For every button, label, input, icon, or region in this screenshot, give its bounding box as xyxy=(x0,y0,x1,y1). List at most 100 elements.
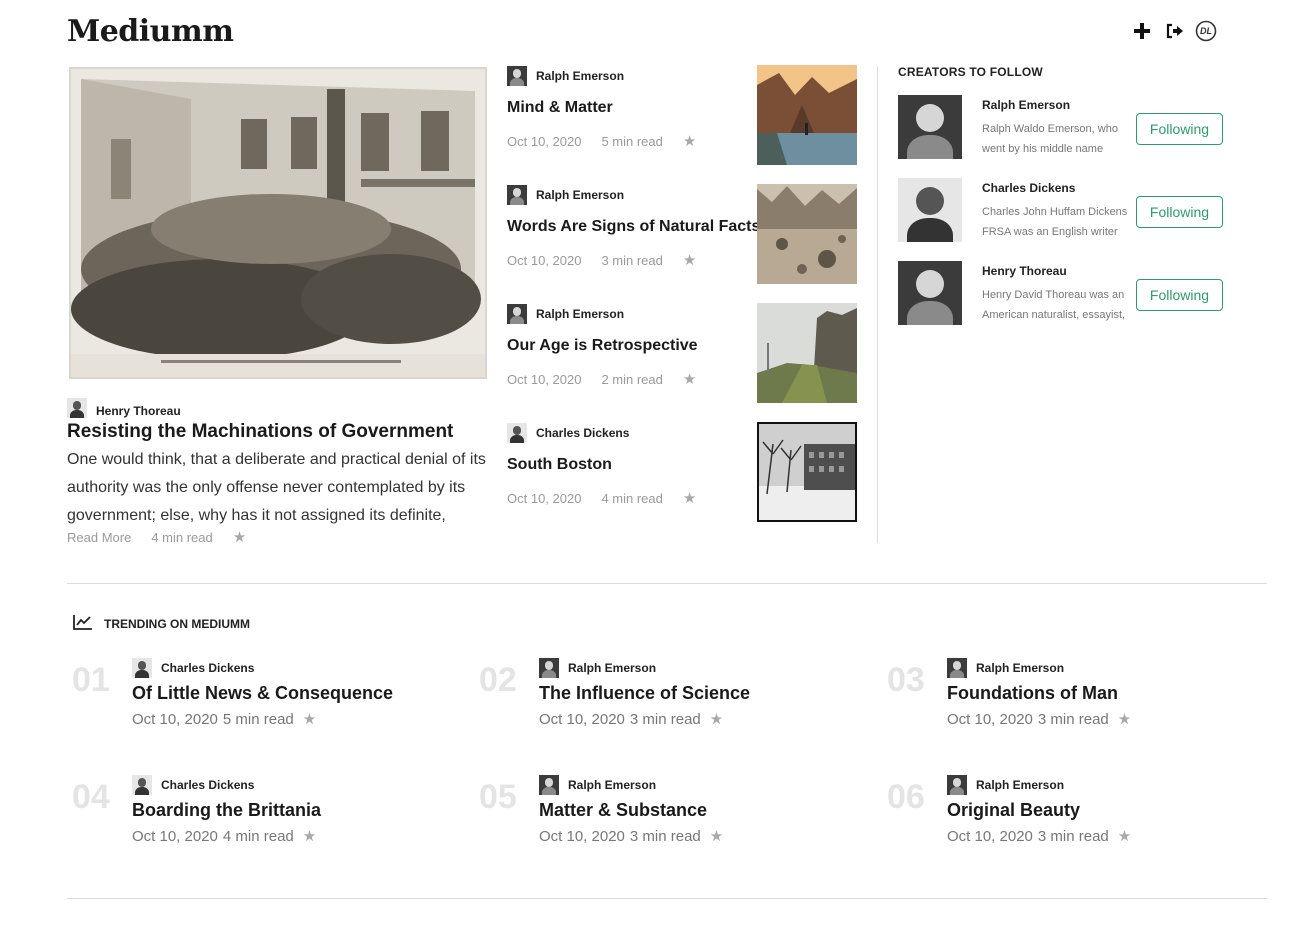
star-icon[interactable]: ★ xyxy=(233,528,246,546)
creator-avatar[interactable] xyxy=(898,178,962,242)
star-icon[interactable]: ★ xyxy=(710,710,723,728)
section-divider xyxy=(67,898,1267,899)
author-name[interactable]: Henry Thoreau xyxy=(96,404,181,418)
article-title[interactable]: Matter & Substance xyxy=(539,800,707,821)
author-avatar[interactable] xyxy=(507,423,527,443)
article-title[interactable]: Mind & Matter xyxy=(507,99,613,117)
trending-item[interactable]: 02 Ralph Emerson The Influence of Scienc… xyxy=(479,658,859,728)
star-icon[interactable]: ★ xyxy=(683,489,696,507)
trending-item[interactable]: 05 Ralph Emerson Matter & Substance Oct … xyxy=(479,775,859,845)
star-icon[interactable]: ★ xyxy=(683,370,696,388)
header-actions: DL xyxy=(1131,20,1217,42)
article-byline: Ralph Emerson xyxy=(539,658,656,678)
article-thumbnail[interactable] xyxy=(757,65,857,165)
author-avatar[interactable] xyxy=(132,658,152,678)
star-icon[interactable]: ★ xyxy=(1118,827,1131,845)
trending-rank: 02 xyxy=(479,661,517,699)
author-avatar[interactable] xyxy=(507,304,527,324)
author-avatar[interactable] xyxy=(67,398,87,418)
read-more-link[interactable]: Read More xyxy=(67,530,131,545)
creator-name[interactable]: Henry Thoreau xyxy=(982,264,1067,278)
article-meta: Oct 10, 2020 3 min read ★ xyxy=(539,827,723,846)
author-name[interactable]: Ralph Emerson xyxy=(536,307,624,321)
author-name[interactable]: Ralph Emerson xyxy=(976,661,1064,675)
creator-name[interactable]: Ralph Emerson xyxy=(982,98,1070,112)
creator-card: Ralph Emerson Ralph Waldo Emerson, who w… xyxy=(898,95,1228,161)
trending-item[interactable]: 06 Ralph Emerson Original Beauty Oct 10,… xyxy=(887,775,1267,845)
article-date: Oct 10, 2020 xyxy=(539,827,625,845)
article-date: Oct 10, 2020 xyxy=(132,827,218,845)
creator-avatar[interactable] xyxy=(898,95,962,159)
creator-avatar[interactable] xyxy=(898,261,962,325)
article-title[interactable]: Words Are Signs of Natural Facts xyxy=(507,218,760,236)
article-thumbnail[interactable] xyxy=(757,184,857,284)
creator-name[interactable]: Charles Dickens xyxy=(982,181,1075,195)
star-icon[interactable]: ★ xyxy=(683,132,696,150)
following-button[interactable]: Following xyxy=(1136,196,1223,228)
author-name[interactable]: Charles Dickens xyxy=(161,661,254,675)
article-thumbnail[interactable] xyxy=(757,303,857,403)
trending-item[interactable]: 04 Charles Dickens Boarding the Brittani… xyxy=(72,775,452,845)
article-title[interactable]: Boarding the Brittania xyxy=(132,800,321,821)
following-button[interactable]: Following xyxy=(1136,113,1223,145)
star-icon[interactable]: ★ xyxy=(683,251,696,269)
author-avatar[interactable] xyxy=(539,775,559,795)
trending-item[interactable]: 03 Ralph Emerson Foundations of Man Oct … xyxy=(887,658,1267,728)
user-initials-badge[interactable]: DL xyxy=(1195,20,1217,42)
article-title[interactable]: South Boston xyxy=(507,456,612,474)
author-avatar[interactable] xyxy=(132,775,152,795)
trending-heading: TRENDING ON MEDIUMM xyxy=(73,614,250,633)
author-name[interactable]: Charles Dickens xyxy=(536,426,629,440)
article-byline: Charles Dickens xyxy=(132,775,254,795)
author-avatar[interactable] xyxy=(507,185,527,205)
article-date: Oct 10, 2020 xyxy=(507,371,582,387)
star-icon[interactable]: ★ xyxy=(303,710,316,728)
article-byline: Ralph Emerson xyxy=(947,775,1064,795)
article-thumbnail[interactable] xyxy=(757,422,857,522)
article-date: Oct 10, 2020 xyxy=(507,133,582,149)
article-title[interactable]: Of Little News & Consequence xyxy=(132,683,393,704)
star-icon[interactable]: ★ xyxy=(1118,710,1131,728)
hero-title[interactable]: Resisting the Machinations of Government xyxy=(67,421,453,443)
site-logo[interactable]: Mediumm xyxy=(67,14,234,49)
author-avatar[interactable] xyxy=(947,658,967,678)
trending-rank: 03 xyxy=(887,661,925,699)
author-name[interactable]: Ralph Emerson xyxy=(536,188,624,202)
article-byline: Ralph Emerson xyxy=(947,658,1064,678)
article-title[interactable]: Our Age is Retrospective xyxy=(507,337,698,355)
author-avatar[interactable] xyxy=(507,66,527,86)
article-title[interactable]: Original Beauty xyxy=(947,800,1080,821)
hero-image[interactable] xyxy=(69,67,487,379)
hero-excerpt: One would think, that a deliberate and p… xyxy=(67,451,486,524)
article-date: Oct 10, 2020 xyxy=(947,710,1033,728)
author-avatar[interactable] xyxy=(539,658,559,678)
hero-meta: Read More 4 min read ★ xyxy=(67,528,246,546)
author-name[interactable]: Ralph Emerson xyxy=(568,778,656,792)
following-button[interactable]: Following xyxy=(1136,279,1223,311)
article-byline: Charles Dickens xyxy=(507,423,629,443)
author-name[interactable]: Charles Dickens xyxy=(161,778,254,792)
article-card[interactable]: Ralph Emerson Our Age is Retrospective O… xyxy=(507,303,857,404)
author-name[interactable]: Ralph Emerson xyxy=(976,778,1064,792)
trending-item[interactable]: 01 Charles Dickens Of Little News & Cons… xyxy=(72,658,452,728)
article-byline: Charles Dickens xyxy=(132,658,254,678)
author-name[interactable]: Ralph Emerson xyxy=(568,661,656,675)
article-byline: Ralph Emerson xyxy=(507,185,624,205)
plus-icon[interactable] xyxy=(1131,20,1153,42)
author-name[interactable]: Ralph Emerson xyxy=(536,69,624,83)
star-icon[interactable]: ★ xyxy=(303,827,316,845)
sign-out-icon[interactable] xyxy=(1163,20,1185,42)
user-initials: DL xyxy=(1200,26,1212,36)
article-date: Oct 10, 2020 xyxy=(947,827,1033,845)
article-card[interactable]: Ralph Emerson Mind & Matter Oct 10, 2020… xyxy=(507,65,857,166)
trending-label: TRENDING ON MEDIUMM xyxy=(104,616,250,631)
author-avatar[interactable] xyxy=(947,775,967,795)
article-card[interactable]: Charles Dickens South Boston Oct 10, 202… xyxy=(507,422,857,523)
article-meta: Oct 10, 2020 3 min read ★ xyxy=(947,710,1131,729)
star-icon[interactable]: ★ xyxy=(710,827,723,845)
article-title[interactable]: The Influence of Science xyxy=(539,683,750,704)
article-title[interactable]: Foundations of Man xyxy=(947,683,1118,704)
trending-rank: 01 xyxy=(72,661,110,699)
read-time: 2 min read xyxy=(601,371,663,387)
article-card[interactable]: Ralph Emerson Words Are Signs of Natural… xyxy=(507,184,857,285)
